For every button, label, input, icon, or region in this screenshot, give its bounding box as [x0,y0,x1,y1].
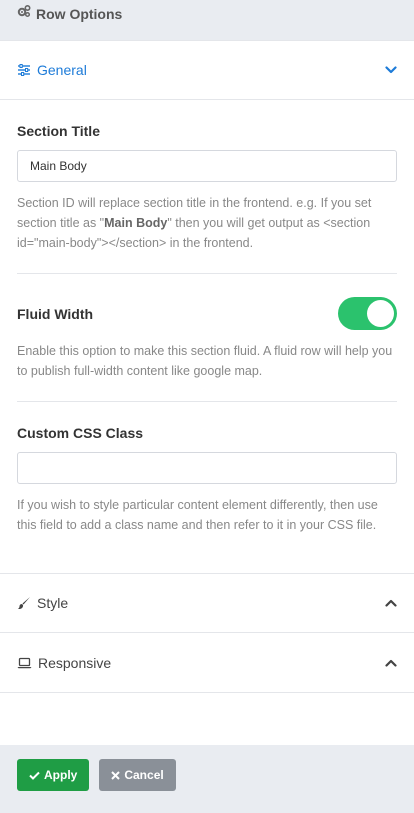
toggle-knob [367,300,394,327]
chevron-up-icon[interactable] [385,599,397,607]
footer-actions: Apply Cancel [0,745,414,805]
sliders-icon [17,64,31,76]
style-section-toggle[interactable]: Style [0,573,414,633]
gears-icon [17,4,31,18]
style-section-label: Style [37,595,69,611]
section-title-input[interactable] [17,150,397,182]
general-section-toggle[interactable]: General [0,40,414,100]
cancel-button[interactable]: Cancel [99,759,176,791]
fluid-width-row: Fluid Width [17,297,397,330]
fluid-width-help: Enable this option to make this section … [17,344,393,378]
apply-button[interactable]: Apply [17,759,90,791]
chevron-up-icon[interactable] [385,659,397,667]
panel-spacer [0,693,414,745]
cancel-label: Cancel [124,768,164,782]
section-title-field: Section Title Section ID will replace se… [17,100,397,274]
custom-css-class-label: Custom CSS Class [17,425,144,441]
options-panel: General Section Title Section ID will re… [0,40,414,745]
general-section-label: General [37,62,87,78]
fluid-width-field: Fluid Width Enable this option to make t… [17,274,397,402]
fluid-width-toggle[interactable] [338,297,397,330]
section-title-help-bold: Main Body [104,216,168,230]
chevron-down-icon[interactable] [385,66,397,74]
general-section-body: Section Title Section ID will replace se… [0,100,414,573]
section-title-help: Section ID will replace section title in… [17,193,397,253]
custom-css-class-help: If you wish to style particular content … [17,498,378,532]
custom-css-class-input[interactable] [17,452,397,484]
check-icon [29,771,40,780]
responsive-section-toggle[interactable]: Responsive [0,633,414,693]
section-title-label: Section Title [17,123,100,139]
responsive-section-label: Responsive [38,654,112,671]
panel-title: Row Options [36,6,123,22]
row-options-header: Row Options [0,0,414,40]
custom-css-class-field: Custom CSS Class If you wish to style pa… [17,402,397,573]
paintbrush-icon [17,596,31,610]
apply-label: Apply [44,768,78,782]
close-icon [111,770,121,780]
fluid-width-label: Fluid Width [17,305,94,322]
laptop-icon [17,657,32,669]
